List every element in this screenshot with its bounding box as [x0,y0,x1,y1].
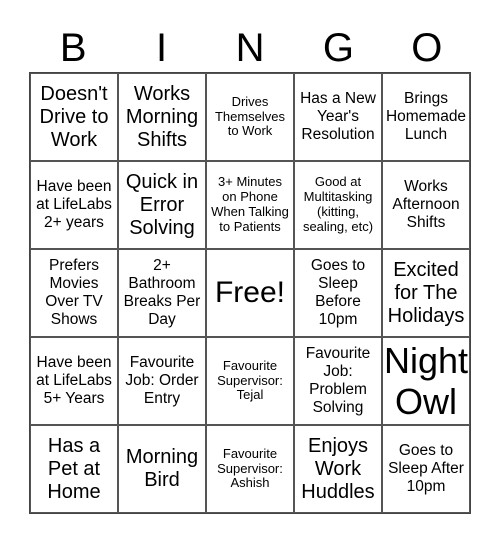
bingo-cell[interactable]: Have been at LifeLabs 5+ Years [30,337,118,425]
bingo-cell-text: Morning Bird [125,446,199,491]
bingo-cell[interactable]: Favourite Job: Order Entry [118,337,206,425]
header-letter-g: G [322,26,354,70]
bingo-cell-text: Free! [214,275,286,309]
bingo-cell-text: Has a Pet at Home [47,434,101,503]
bingo-cell[interactable]: Night Owl [382,337,470,425]
bingo-cell-text: Night Owl [383,339,469,422]
bingo-cell[interactable]: Goes to Sleep After 10pm [382,425,470,513]
bingo-cell-text: Quick in Error Solving [125,170,199,239]
bingo-cell[interactable]: Goes to Sleep Before 10pm [294,249,382,337]
bingo-cell-text: 2+ Bathroom Breaks Per Day [123,257,201,328]
bingo-cell[interactable]: Works Afternoon Shifts [382,161,470,249]
bingo-cell[interactable]: Works Morning Shifts [118,73,206,161]
bingo-cell[interactable]: Drives Themselves to Work [206,73,294,161]
bingo-cell-text: Enjoys Work Huddles [301,434,375,503]
bingo-cell-text: Works Afternoon Shifts [392,178,460,231]
bingo-cell-text: Have been at LifeLabs 2+ years [36,178,112,231]
bingo-grid: Doesn't Drive to Work Works Morning Shift… [29,72,471,514]
header-letter-n: N [235,26,265,70]
bingo-cell[interactable]: 2+ Bathroom Breaks Per Day [118,249,206,337]
bingo-cell-text: Goes to Sleep Before 10pm [310,257,366,328]
bingo-cell-free[interactable]: Free! [206,249,294,337]
bingo-header: B I N G O [29,24,471,72]
header-letter-i: I [156,26,168,70]
bingo-cell[interactable]: Favourite Job: Problem Solving [294,337,382,425]
bingo-cell-text: Goes to Sleep After 10pm [388,442,464,495]
bingo-cell[interactable]: Quick in Error Solving [118,161,206,249]
bingo-cell[interactable]: Has a Pet at Home [30,425,118,513]
bingo-cell[interactable]: Prefers Movies Over TV Shows [30,249,118,337]
header-letter-o: O [411,26,443,70]
bingo-cell-text: Prefers Movies Over TV Shows [45,257,103,328]
bingo-cell-text: Favourite Supervisor: Tejal [217,357,283,403]
bingo-cell-text: Favourite Job: Problem Solving [305,345,371,416]
bingo-cell-text: Works Morning Shifts [125,82,199,151]
bingo-cell[interactable]: Have been at LifeLabs 2+ years [30,161,118,249]
bingo-cell-text: Good at Multitasking (kitting, sealing, … [302,174,374,234]
bingo-cell[interactable]: Brings Homemade Lunch [382,73,470,161]
bingo-cell[interactable]: Good at Multitasking (kitting, sealing, … [294,161,382,249]
bingo-cell[interactable]: Morning Bird [118,425,206,513]
bingo-cell-text: Favourite Job: Order Entry [125,354,199,407]
bingo-cell-text: Brings Homemade Lunch [385,90,467,143]
bingo-cell-text: 3+ Minutes on Phone When Talking to Pati… [211,174,289,234]
bingo-cell-text: Have been at LifeLabs 5+ Years [36,354,112,407]
bingo-cell[interactable]: 3+ Minutes on Phone When Talking to Pati… [206,161,294,249]
bingo-cell-text: Favourite Supervisor: Ashish [217,445,283,491]
header-letter-b: B [59,26,87,70]
bingo-cell-text: Drives Themselves to Work [214,93,286,139]
bingo-cell-text: Excited for The Holidays [387,258,465,327]
bingo-cell[interactable]: Excited for The Holidays [382,249,470,337]
bingo-cell-text: Has a New Year's Resolution [300,90,376,143]
bingo-cell[interactable]: Enjoys Work Huddles [294,425,382,513]
bingo-cell-text: Doesn't Drive to Work [39,82,109,151]
bingo-cell[interactable]: Favourite Supervisor: Ashish [206,425,294,513]
bingo-cell[interactable]: Favourite Supervisor: Tejal [206,337,294,425]
bingo-cell[interactable]: Doesn't Drive to Work [30,73,118,161]
bingo-cell[interactable]: Has a New Year's Resolution [294,73,382,161]
